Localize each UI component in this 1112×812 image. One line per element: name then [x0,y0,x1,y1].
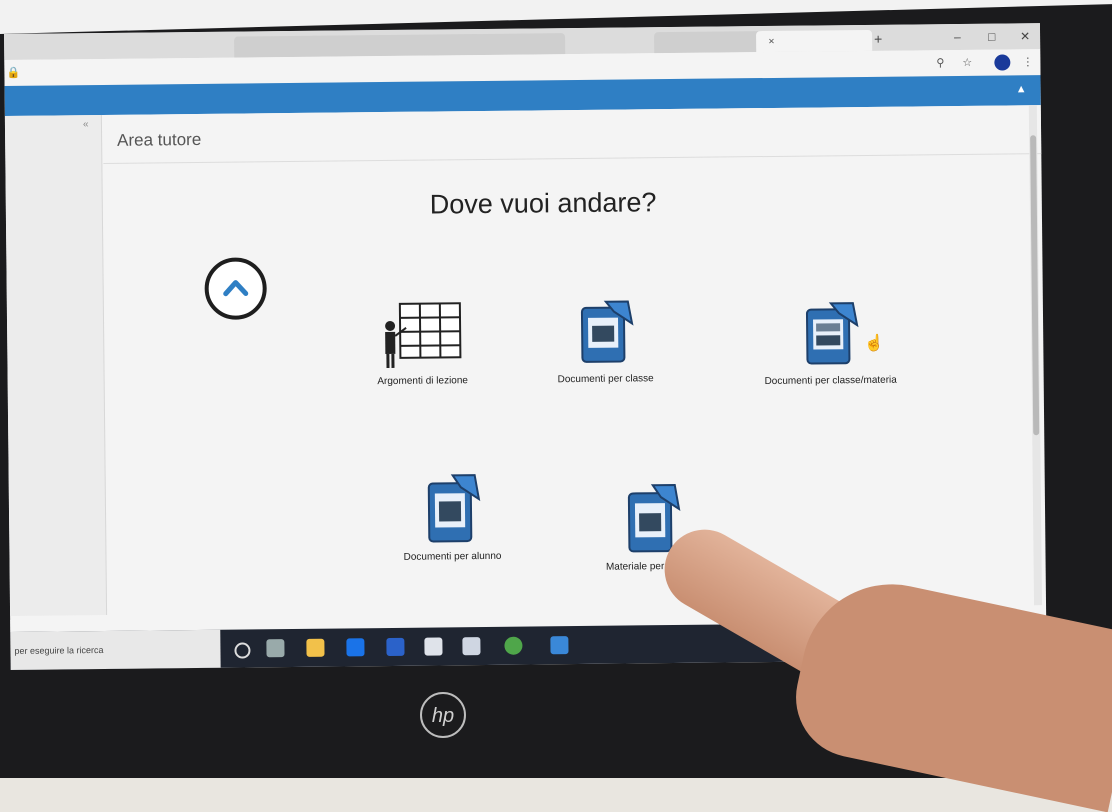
new-tab-button[interactable]: + [874,31,882,47]
browser-tab[interactable] [469,33,566,56]
maximize-button[interactable]: □ [988,30,995,44]
page-heading: Dove vuoi andare? [429,187,657,220]
chevron-up-icon [223,280,249,297]
browser-tab-active[interactable]: ✕ [756,29,873,53]
hand-cursor-icon: ☝ [864,335,884,352]
tile-label: Documenti per classe [557,373,654,386]
class-subject-documents-icon [805,302,859,365]
classroom-icon [385,302,462,369]
main-header: Area tutore [102,105,1042,164]
edge-icon[interactable] [346,638,365,657]
class-documents-icon [580,300,634,363]
close-window-button[interactable]: ✕ [1020,29,1030,43]
tile-documenti-classe-materia[interactable]: Documenti per classe/materia [735,298,926,387]
chrome-icon[interactable] [504,636,523,655]
laptop-screen: ✕ + – □ ✕ 🔒 ⚲ ☆ ⋮ ▲ « Area tutore Dove v… [4,23,1047,670]
cortana-icon[interactable] [234,642,251,659]
tile-documenti-alunno[interactable]: Documenti per alunno [377,471,528,564]
user-icon[interactable]: ▲ [1016,83,1027,95]
profile-avatar[interactable] [994,54,1011,71]
close-icon[interactable]: ✕ [768,37,775,46]
file-explorer-icon[interactable] [306,638,325,657]
task-view-icon[interactable] [266,639,285,658]
tile-documenti-classe[interactable]: Documenti per classe [535,297,676,385]
browser-tab[interactable] [384,34,481,57]
tile-label: Documenti per classe/materia [764,374,897,388]
page-title: Area tutore [117,129,202,150]
dropbox-icon[interactable] [386,637,405,657]
menu-icon[interactable]: ⋮ [1022,55,1033,68]
main-content: Area tutore Dove vuoi andare? Argomenti … [102,105,1046,615]
sidebar-collapse-icon[interactable]: « [83,119,89,130]
browser-tab[interactable] [234,35,321,58]
sidebar: « [4,114,108,616]
tile-label: Argomenti di lezione [377,375,469,388]
search-icon[interactable]: ⚲ [936,56,944,69]
tile-argomenti-lezione[interactable]: Argomenti di lezione [347,299,498,388]
browser-tab[interactable] [309,34,396,57]
student-documents-icon [427,474,481,543]
minimize-button[interactable]: – [954,30,961,44]
taskbar-search-input[interactable]: per eseguire la ricerca [10,629,221,670]
store-icon[interactable] [424,637,443,656]
tile-label: Documenti per alunno [403,550,502,563]
star-icon[interactable]: ☆ [962,56,972,69]
app-icon[interactable] [550,636,569,655]
browser-tab[interactable] [654,31,766,54]
hp-logo: hp [420,692,466,738]
back-up-button[interactable] [204,257,268,320]
app-icon[interactable] [462,637,481,656]
